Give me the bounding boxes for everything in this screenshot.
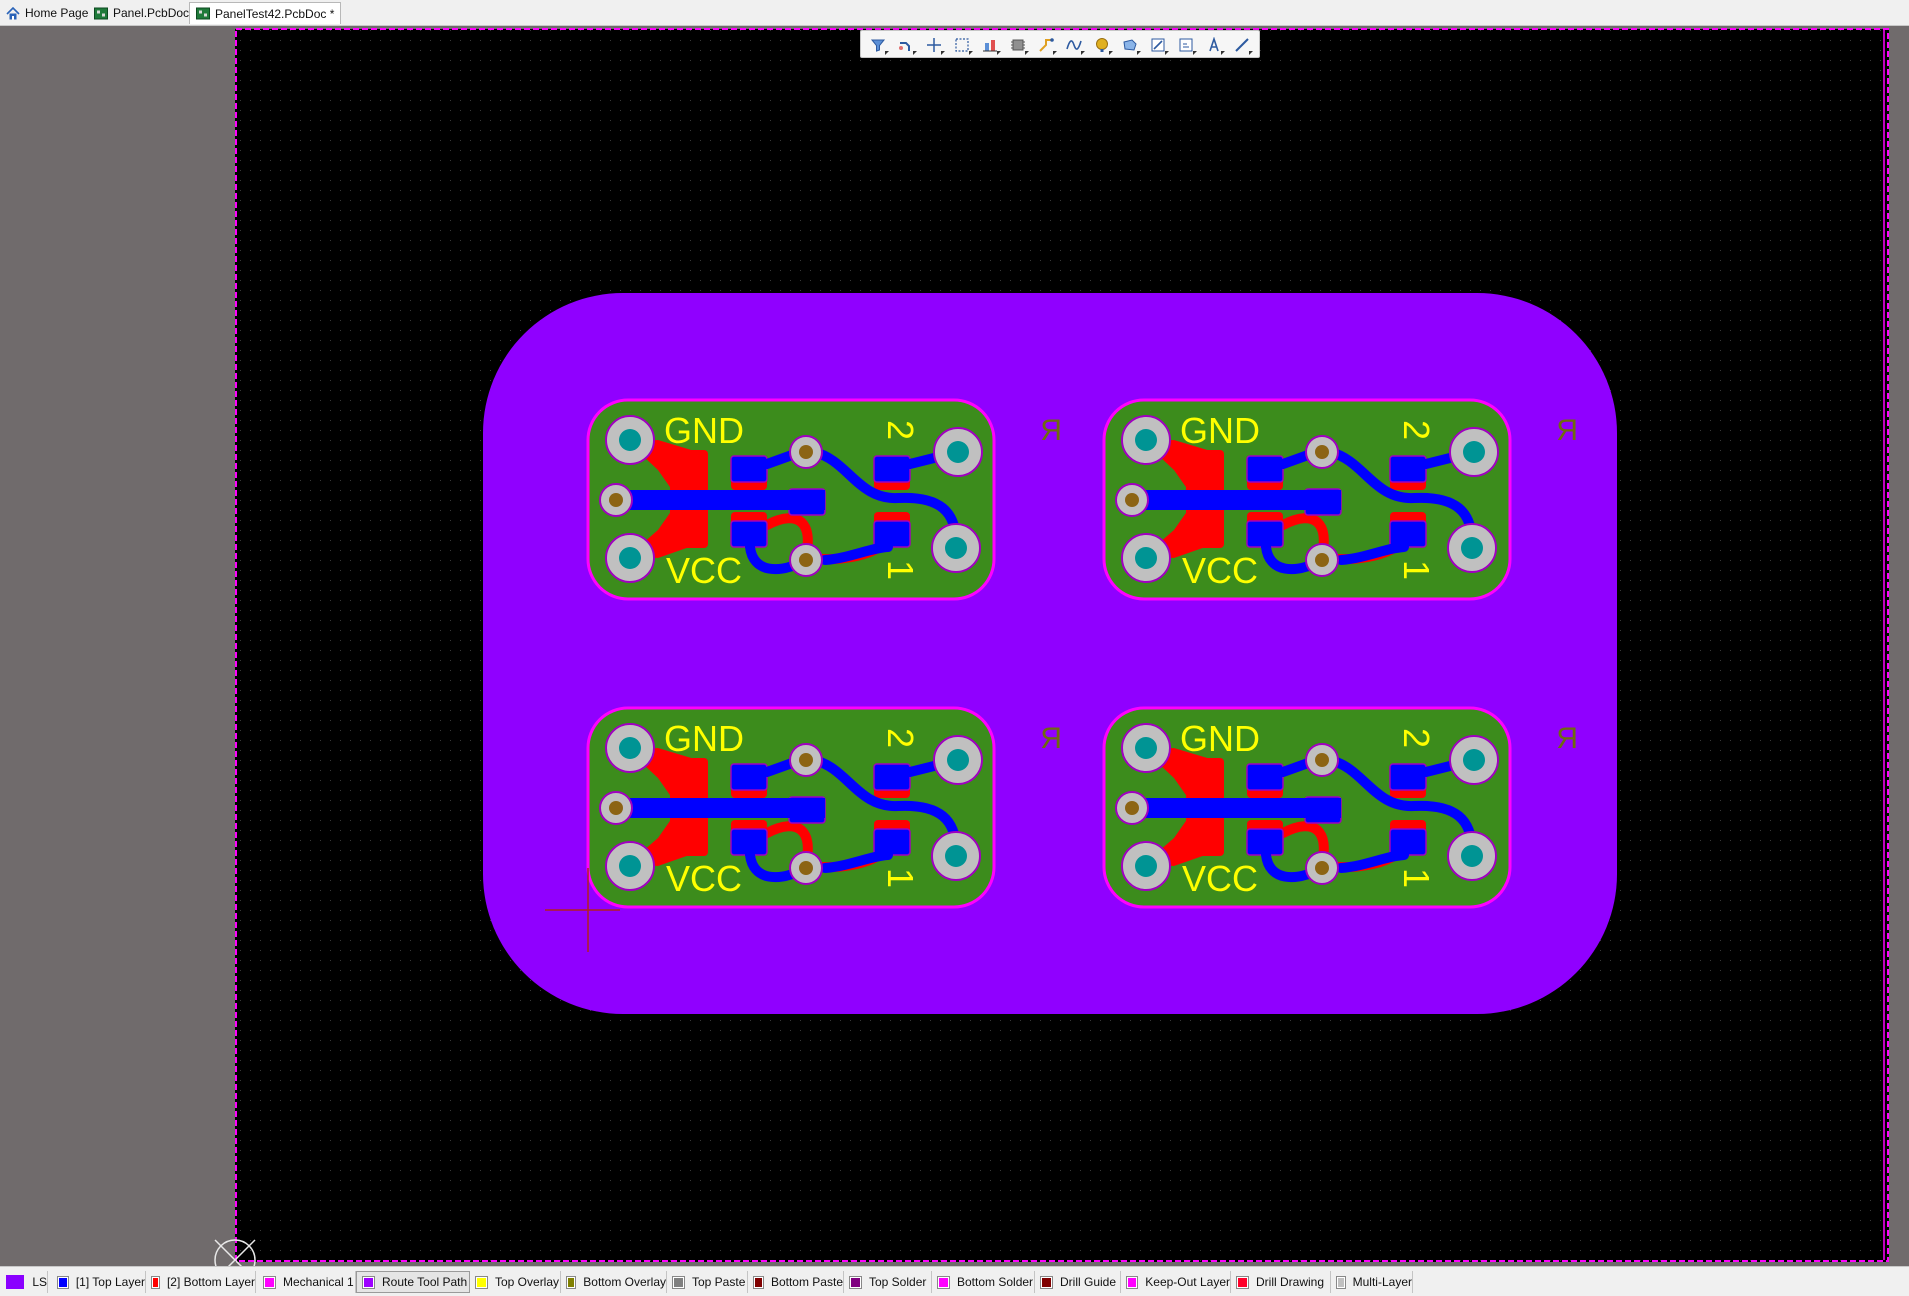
line-icon[interactable] — [1231, 34, 1253, 56]
layer-swatch — [362, 1275, 375, 1289]
pcb-canvas[interactable]: R R — [0, 26, 1909, 1271]
pcb-doc-icon — [196, 7, 210, 20]
layer-swatch — [263, 1275, 276, 1289]
layer-label: Drill Guide — [1060, 1275, 1117, 1289]
layer-swatch — [57, 1275, 69, 1289]
layer-tab-keep-out-layer[interactable]: Keep-Out Layer — [1121, 1271, 1231, 1293]
filter-icon[interactable] — [867, 34, 889, 56]
layer-tab-bar: LS [1] Top Layer [2] Bottom Layer Mechan… — [0, 1266, 1909, 1296]
differential-pair-icon[interactable] — [1063, 34, 1085, 56]
layer-tab-top-paste[interactable]: Top Paste — [667, 1271, 748, 1293]
tab-paneltest42-pcbdoc[interactable]: PanelTest42.PcbDoc * — [189, 2, 342, 24]
place-polygon-icon[interactable] — [1119, 34, 1141, 56]
place-pad-icon[interactable] — [1091, 34, 1113, 56]
text-icon[interactable] — [1203, 34, 1225, 56]
layer-swatch — [475, 1275, 488, 1289]
layer-tab-route-tool-path[interactable]: Route Tool Path — [356, 1271, 470, 1293]
tab-label: PanelTest42.PcbDoc * — [215, 6, 335, 21]
route-icon[interactable] — [1035, 34, 1057, 56]
layer-tab-top-layer[interactable]: [1] Top Layer — [52, 1271, 146, 1293]
cross-probe-icon[interactable] — [923, 34, 945, 56]
place-component-icon[interactable] — [1007, 34, 1029, 56]
layer-tab-drill-drawing[interactable]: Drill Drawing — [1231, 1271, 1331, 1293]
layer-label: Top Solder — [869, 1275, 927, 1289]
layer-label: [2] Bottom Layer — [166, 1275, 255, 1289]
layer-swatch — [1336, 1275, 1346, 1289]
layer-label: Top Overlay — [495, 1275, 560, 1289]
layer-label: [1] Top Layer — [75, 1275, 145, 1289]
active-bar-toolbar — [860, 30, 1260, 58]
align-icon[interactable] — [979, 34, 1001, 56]
layer-swatch — [151, 1275, 160, 1289]
layer-label: Multi-Layer — [1352, 1275, 1412, 1289]
layer-label: Keep-Out Layer — [1145, 1275, 1230, 1289]
layer-swatch — [6, 1275, 25, 1289]
layer-set-selector[interactable]: LS — [0, 1271, 48, 1293]
layer-tab-multi-layer[interactable]: Multi-Layer — [1331, 1271, 1413, 1293]
tab-panel-pcbdoc[interactable]: Panel.PcbDoc — [88, 2, 195, 24]
tab-home-page[interactable]: Home Page — [0, 2, 94, 24]
layer-tab-bottom-solder[interactable]: Bottom Solder — [932, 1271, 1035, 1293]
layer-label: Mechanical 1 — [283, 1275, 354, 1289]
layer-tab-bottom-layer[interactable]: [2] Bottom Layer — [146, 1271, 256, 1293]
layer-label: Bottom Paste — [770, 1275, 843, 1289]
layer-tab-drill-guide[interactable]: Drill Guide — [1035, 1271, 1121, 1293]
pcb-doc-icon — [94, 7, 108, 20]
layer-swatch — [753, 1275, 764, 1289]
interactive-route-icon[interactable] — [895, 34, 917, 56]
layer-tab-top-solder[interactable]: Top Solder — [844, 1271, 932, 1293]
edit-icon[interactable] — [1147, 34, 1169, 56]
layer-swatch — [1125, 1275, 1139, 1289]
document-tab-bar: Home Page Panel.PcbDoc PanelTest42.PcbDo… — [0, 0, 1909, 26]
layer-swatch — [849, 1275, 862, 1289]
layer-tab-bottom-paste[interactable]: Bottom Paste — [748, 1271, 844, 1293]
layer-swatch — [937, 1275, 950, 1289]
place-text-frame-icon[interactable] — [1175, 34, 1197, 56]
layer-label: Bottom Solder — [957, 1275, 1034, 1289]
layer-swatch — [1236, 1275, 1249, 1289]
layer-label: LS — [32, 1275, 47, 1289]
select-rectangle-icon[interactable] — [951, 34, 973, 56]
layer-swatch — [565, 1275, 577, 1289]
layer-label: Route Tool Path — [382, 1275, 468, 1289]
home-icon — [6, 6, 20, 20]
layer-tab-top-overlay[interactable]: Top Overlay — [470, 1271, 561, 1293]
tab-label: Home Page — [25, 6, 89, 20]
layer-label: Bottom Overlay — [583, 1275, 666, 1289]
tab-label: Panel.PcbDoc — [113, 6, 190, 20]
layer-tab-bottom-overlay[interactable]: Bottom Overlay — [561, 1271, 667, 1293]
layer-label: Top Paste — [692, 1275, 746, 1289]
layer-label: Drill Drawing — [1256, 1275, 1325, 1289]
layer-swatch — [1040, 1275, 1053, 1289]
layer-swatch — [672, 1275, 685, 1289]
layer-tab-mechanical-1[interactable]: Mechanical 1 — [258, 1271, 356, 1293]
